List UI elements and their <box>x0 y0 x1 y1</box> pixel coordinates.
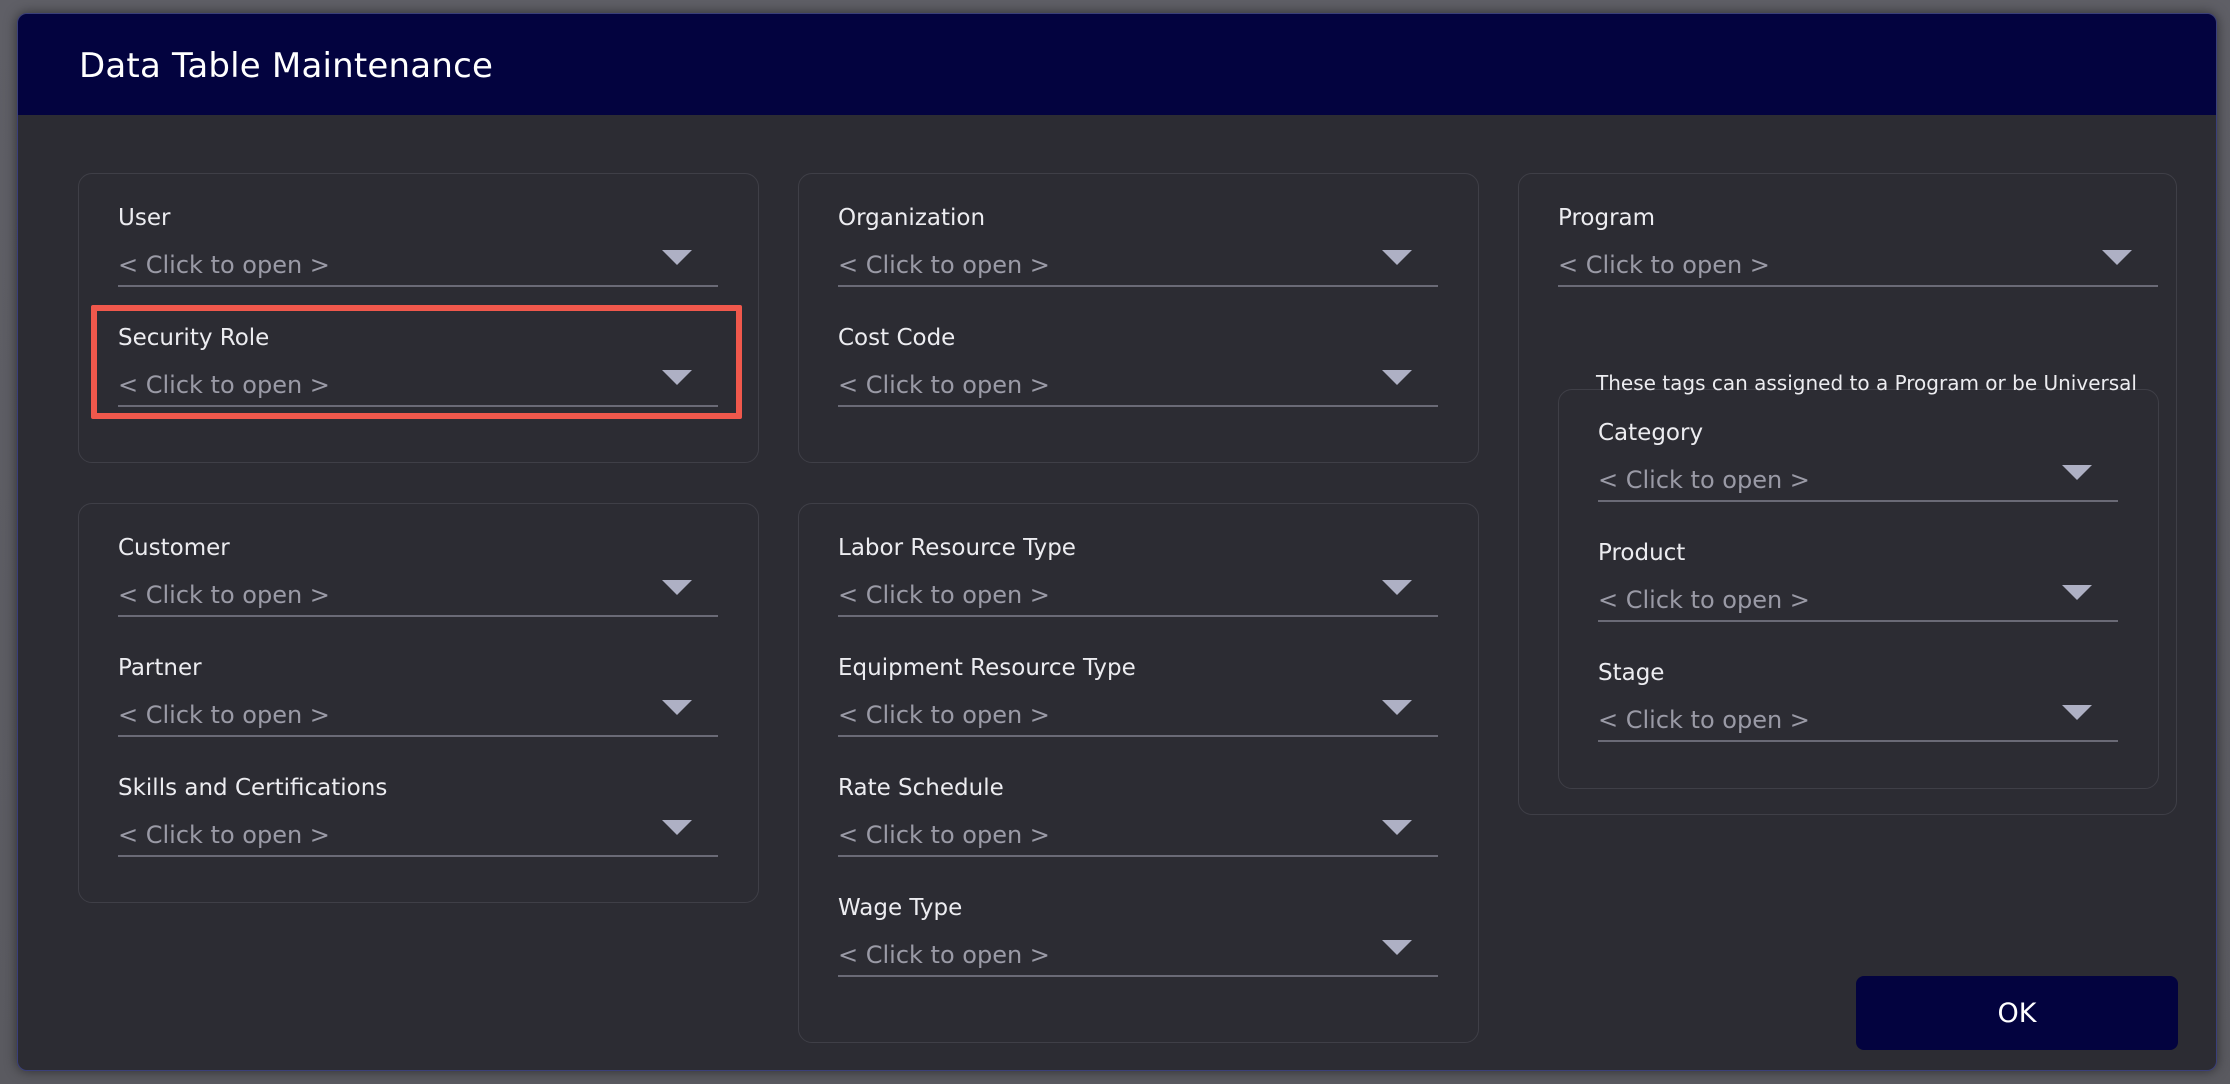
field-underline <box>838 975 1438 977</box>
skills-dropdown[interactable]: Skills and Certifications < Click to ope… <box>118 775 718 875</box>
partner-value: < Click to open > <box>118 701 330 729</box>
field-underline <box>838 405 1438 407</box>
cost-code-value: < Click to open > <box>838 371 1050 399</box>
labor-resource-type-dropdown[interactable]: Labor Resource Type < Click to open > <box>838 535 1438 635</box>
field-underline <box>1598 620 2118 622</box>
dropdown-arrow-icon[interactable] <box>1382 820 1412 835</box>
dropdown-arrow-icon[interactable] <box>662 820 692 835</box>
cost-code-dropdown[interactable]: Cost Code < Click to open > <box>838 325 1438 425</box>
data-table-maintenance-dialog: Data Table Maintenance User < Click to o… <box>17 13 2217 1071</box>
tags-note: These tags can assigned to a Program or … <box>1596 371 2137 395</box>
customer-dropdown[interactable]: Customer < Click to open > <box>118 535 718 635</box>
program-dropdown[interactable]: Program < Click to open > <box>1558 205 2158 305</box>
field-underline <box>118 615 718 617</box>
stage-label: Stage <box>1598 660 1665 686</box>
field-underline <box>1598 740 2118 742</box>
rate-schedule-value: < Click to open > <box>838 821 1050 849</box>
dropdown-arrow-icon[interactable] <box>2062 465 2092 480</box>
wage-type-value: < Click to open > <box>838 941 1050 969</box>
field-underline <box>1598 500 2118 502</box>
category-dropdown[interactable]: Category < Click to open > <box>1598 420 2118 520</box>
field-underline <box>838 615 1438 617</box>
organization-value: < Click to open > <box>838 251 1050 279</box>
wage-type-dropdown[interactable]: Wage Type < Click to open > <box>838 895 1438 995</box>
security-role-highlight <box>91 305 742 419</box>
field-underline <box>118 855 718 857</box>
dropdown-arrow-icon[interactable] <box>662 700 692 715</box>
dialog-title: Data Table Maintenance <box>79 46 494 86</box>
rate-schedule-label: Rate Schedule <box>838 775 1004 801</box>
wage-type-label: Wage Type <box>838 895 963 921</box>
dropdown-arrow-icon[interactable] <box>1382 700 1412 715</box>
equipment-resource-type-label: Equipment Resource Type <box>838 655 1136 681</box>
field-underline <box>838 735 1438 737</box>
cost-code-label: Cost Code <box>838 325 956 351</box>
dropdown-arrow-icon[interactable] <box>662 580 692 595</box>
user-dropdown[interactable]: User < Click to open > <box>118 205 718 305</box>
dropdown-arrow-icon[interactable] <box>662 250 692 265</box>
skills-label: Skills and Certifications <box>118 775 388 801</box>
product-dropdown[interactable]: Product < Click to open > <box>1598 540 2118 640</box>
labor-resource-type-label: Labor Resource Type <box>838 535 1076 561</box>
stage-value: < Click to open > <box>1598 706 1810 734</box>
dropdown-arrow-icon[interactable] <box>2062 585 2092 600</box>
stage-dropdown[interactable]: Stage < Click to open > <box>1598 660 2118 760</box>
partner-label: Partner <box>118 655 202 681</box>
field-underline <box>838 285 1438 287</box>
field-underline <box>118 285 718 287</box>
product-value: < Click to open > <box>1598 586 1810 614</box>
customer-value: < Click to open > <box>118 581 330 609</box>
category-label: Category <box>1598 420 1704 446</box>
dropdown-arrow-icon[interactable] <box>1382 580 1412 595</box>
rate-schedule-dropdown[interactable]: Rate Schedule < Click to open > <box>838 775 1438 875</box>
dialog-titlebar: Data Table Maintenance <box>18 14 2216 115</box>
field-underline <box>1558 285 2158 287</box>
user-label: User <box>118 205 171 231</box>
product-label: Product <box>1598 540 1686 566</box>
labor-resource-type-value: < Click to open > <box>838 581 1050 609</box>
field-underline <box>118 735 718 737</box>
equipment-resource-type-dropdown[interactable]: Equipment Resource Type < Click to open … <box>838 655 1438 755</box>
program-label: Program <box>1558 205 1656 231</box>
organization-label: Organization <box>838 205 986 231</box>
equipment-resource-type-value: < Click to open > <box>838 701 1050 729</box>
program-value: < Click to open > <box>1558 251 1770 279</box>
dropdown-arrow-icon[interactable] <box>2102 250 2132 265</box>
partner-dropdown[interactable]: Partner < Click to open > <box>118 655 718 755</box>
dropdown-arrow-icon[interactable] <box>1382 940 1412 955</box>
organization-dropdown[interactable]: Organization < Click to open > <box>838 205 1438 305</box>
dropdown-arrow-icon[interactable] <box>1382 250 1412 265</box>
skills-value: < Click to open > <box>118 821 330 849</box>
field-underline <box>838 855 1438 857</box>
user-value: < Click to open > <box>118 251 330 279</box>
customer-label: Customer <box>118 535 230 561</box>
dropdown-arrow-icon[interactable] <box>2062 705 2092 720</box>
ok-button[interactable]: OK <box>1856 976 2178 1050</box>
dropdown-arrow-icon[interactable] <box>1382 370 1412 385</box>
category-value: < Click to open > <box>1598 466 1810 494</box>
